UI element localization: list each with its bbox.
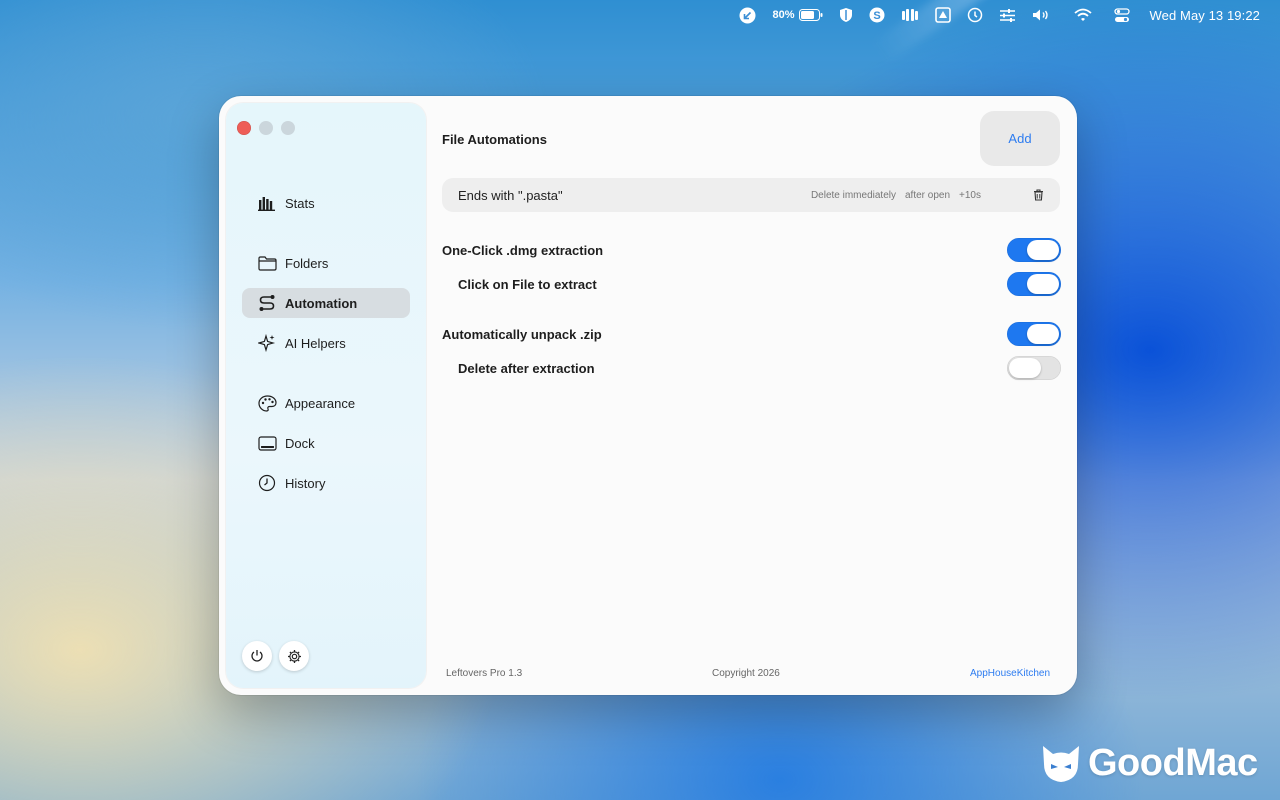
sparkle-icon (257, 333, 277, 353)
path-icon (257, 293, 277, 313)
bar-chart-icon (257, 193, 277, 213)
weight-icon[interactable] (901, 8, 919, 22)
toggle-knob (1027, 324, 1059, 344)
copyright-text: Copyright 2026 (712, 668, 780, 679)
setting-label: Automatically unpack .zip (442, 327, 602, 342)
minimize-window-button[interactable] (259, 121, 273, 135)
s-circle-icon[interactable]: S (869, 7, 885, 23)
sidebar-item-ai-helpers[interactable]: AI Helpers (242, 328, 410, 358)
toggle-knob (1027, 240, 1059, 260)
app-version: Leftovers Pro 1.3 (446, 668, 523, 679)
control-center-icon[interactable] (1113, 7, 1130, 23)
svg-text:S: S (873, 10, 880, 22)
rule-action: Delete immediately (810, 189, 896, 201)
delete-rule-button[interactable] (1033, 189, 1044, 201)
watermark-text: GoodMac (1088, 742, 1258, 784)
sidebar-item-history[interactable]: History (242, 468, 410, 498)
download-arrow-icon[interactable] (739, 7, 756, 24)
dock-icon (257, 433, 277, 453)
close-window-button[interactable] (237, 121, 251, 135)
battery-icon (798, 9, 823, 21)
sidebar-item-label: Stats (285, 195, 315, 211)
section-title: File Automations (442, 132, 547, 147)
zoom-window-button[interactable] (281, 121, 295, 135)
volume-icon[interactable] (1032, 8, 1052, 22)
app-window: Stats Folders Automation AI Helpers Appe (219, 96, 1077, 695)
power-button[interactable] (242, 641, 272, 671)
palette-icon (257, 393, 277, 413)
sidebar-item-folders[interactable]: Folders (242, 248, 410, 278)
menu-bar: 80% S Wed May 13 19:22 (0, 0, 1280, 30)
automation-rule-row[interactable]: Ends with ".pasta" Delete immediately af… (442, 178, 1060, 212)
sidebar-item-label: Appearance (285, 395, 356, 411)
setting-label: Delete after extraction (458, 361, 595, 376)
trash-icon (1034, 189, 1043, 201)
rule-when: after open (904, 189, 951, 201)
sidebar-item-stats[interactable]: Stats (242, 188, 410, 218)
toggle-knob (1027, 274, 1059, 294)
watermark: GoodMac (1040, 742, 1258, 785)
dmg-extraction-toggle[interactable] (1007, 238, 1061, 262)
wifi-icon[interactable] (1073, 8, 1092, 22)
setting-label: Click on File to extract (458, 277, 597, 292)
add-automation-button[interactable]: Add (980, 111, 1060, 166)
sidebar-item-label: Automation (285, 295, 358, 311)
sidebar-item-dock[interactable]: Dock (242, 428, 410, 458)
cat-logo-icon (1043, 745, 1079, 782)
sidebar-item-label: AI Helpers (285, 335, 346, 351)
battery-percent: 80% (772, 9, 795, 21)
clock-history-icon[interactable] (967, 7, 983, 23)
menu-bar-clock[interactable]: Wed May 13 19:22 (1150, 8, 1260, 23)
power-icon (251, 650, 263, 662)
folder-icon (257, 253, 277, 273)
sidebar-item-appearance[interactable]: Appearance (242, 388, 410, 418)
unpack-zip-toggle[interactable] (1007, 322, 1061, 346)
settings-button[interactable] (279, 641, 309, 671)
battery-status[interactable]: 80% (772, 9, 823, 21)
gear-icon (287, 649, 301, 663)
shield-icon[interactable] (839, 7, 853, 23)
sidebar-item-label: History (285, 475, 326, 491)
sliders-icon[interactable] (999, 8, 1016, 23)
delete-after-extraction-toggle[interactable] (1007, 356, 1061, 380)
drive-icon[interactable] (934, 7, 951, 23)
setting-label: One-Click .dmg extraction (442, 243, 604, 258)
sidebar-item-label: Folders (285, 255, 329, 271)
sidebar-item-automation[interactable]: Automation (242, 288, 410, 318)
company-link[interactable]: AppHouseKitchen (970, 668, 1050, 679)
window-controls (237, 121, 303, 135)
rule-name: Ends with ".pasta" (458, 187, 563, 203)
toggle-knob (1009, 358, 1041, 378)
rule-delay: +10s (959, 189, 981, 201)
clock-icon (257, 473, 277, 493)
sidebar: Stats Folders Automation AI Helpers Appe (226, 103, 426, 688)
click-to-extract-toggle[interactable] (1007, 272, 1061, 296)
sidebar-item-label: Dock (285, 435, 315, 451)
main-content: File Automations Add Ends with ".pasta" … (442, 96, 1077, 695)
